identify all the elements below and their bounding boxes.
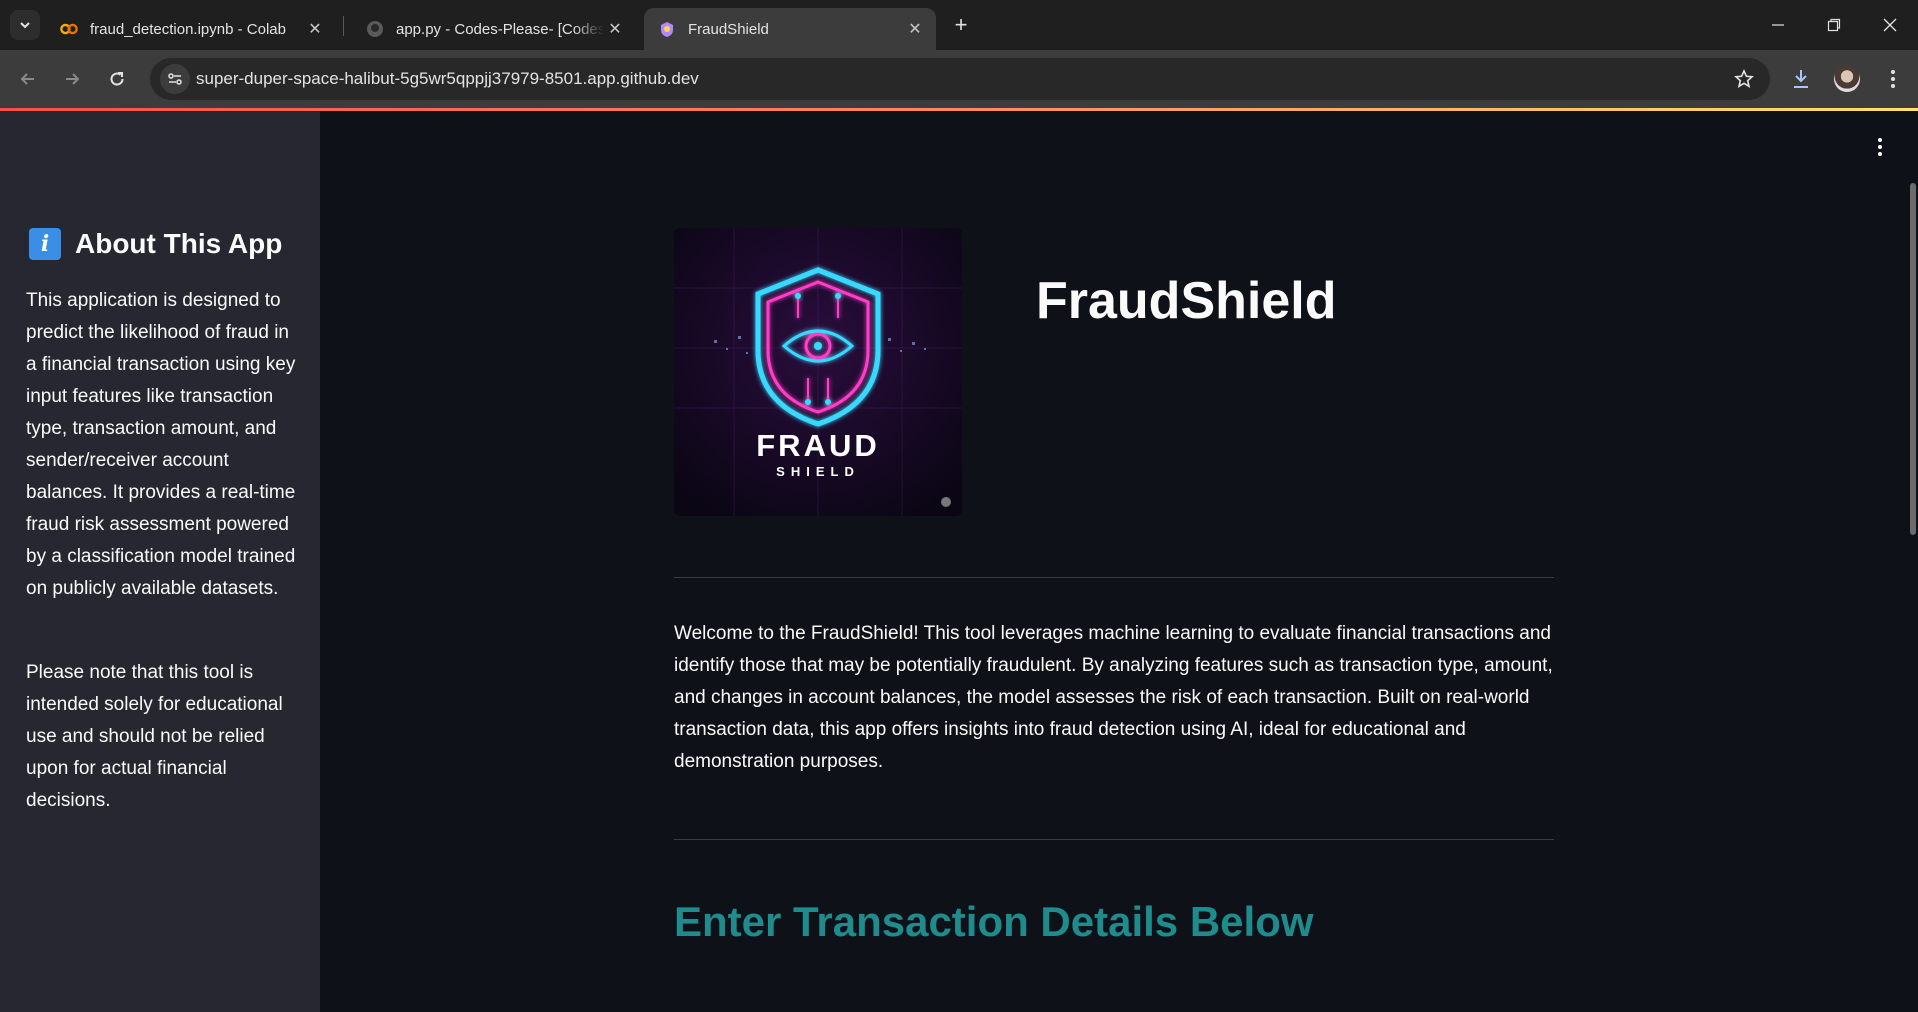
more-vertical-icon: [1891, 70, 1895, 88]
minimize-button[interactable]: [1750, 0, 1806, 50]
reload-icon: [110, 72, 124, 86]
browser-tabstrip: fraud_detection.ipynb - Colab ✕ app.py -…: [0, 0, 1918, 50]
divider: [674, 839, 1554, 840]
arrow-left-icon: [20, 73, 34, 85]
new-tab-button[interactable]: +: [948, 12, 974, 38]
fraudshield-logo: FRAUD SHIELD: [674, 228, 962, 516]
info-icon: i: [29, 228, 61, 260]
sidebar-description: This application is designed to predict …: [26, 290, 296, 599]
app-menu-icon[interactable]: [1870, 135, 1890, 159]
tab-fraudshield[interactable]: FraudShield ✕: [644, 8, 936, 50]
close-window-button[interactable]: [1862, 0, 1918, 50]
profile-avatar[interactable]: [1834, 66, 1860, 92]
tab-colab[interactable]: fraud_detection.ipynb - Colab ✕: [46, 8, 336, 50]
forward-button[interactable]: [57, 64, 87, 94]
sidebar-heading-text: About This App: [75, 228, 283, 259]
chevron-down-icon: [20, 22, 30, 29]
main-content: FRAUD SHIELD FraudShield Welcome to the …: [320, 111, 1918, 1012]
bookmark-star-icon[interactable]: [1732, 67, 1756, 91]
url-text: super-duper-space-halibut-5g5wr5qppjj379…: [196, 69, 699, 88]
close-icon[interactable]: ✕: [304, 18, 326, 40]
sidebar-disclaimer: Please note that this tool is intended s…: [26, 662, 283, 811]
scrollbar[interactable]: [1910, 183, 1916, 535]
tab-title: app.py - Codes-Please- [Codespaces]: [396, 20, 604, 38]
tab-codespaces[interactable]: app.py - Codes-Please- [Codespaces] ✕: [352, 8, 636, 50]
tab-separator: [343, 16, 344, 36]
reload-button[interactable]: [102, 64, 132, 94]
address-bar[interactable]: super-duper-space-halibut-5g5wr5qppjj379…: [150, 58, 1770, 100]
download-icon: [1794, 70, 1808, 88]
colab-icon: [60, 20, 78, 38]
restore-icon: [1827, 18, 1841, 32]
sidebar-heading: i About This App: [29, 228, 282, 260]
restore-button[interactable]: [1806, 0, 1862, 50]
downloads-button[interactable]: [1786, 64, 1816, 94]
minimize-icon: [1772, 24, 1784, 26]
sidebar: i About This App This application is des…: [0, 111, 320, 1012]
close-icon[interactable]: ✕: [904, 18, 926, 40]
back-button[interactable]: [13, 64, 43, 94]
browser-toolbar: super-duper-space-halibut-5g5wr5qppjj379…: [0, 50, 1918, 108]
tab-title: FraudShield: [688, 20, 769, 38]
browser-menu-button[interactable]: [1878, 64, 1908, 94]
close-icon[interactable]: ✕: [604, 18, 626, 40]
intro-text: Welcome to the FraudShield! This tool le…: [674, 623, 1553, 772]
site-info-icon[interactable]: [160, 64, 190, 94]
divider: [674, 577, 1554, 578]
tab-title: fraud_detection.ipynb - Colab: [90, 20, 286, 38]
github-icon: [366, 20, 384, 38]
logo-subtitle: SHIELD: [776, 464, 860, 479]
page-title: FraudShield: [1036, 272, 1337, 330]
logo-wordmark: FRAUD: [756, 428, 880, 463]
arrow-right-icon: [66, 73, 80, 85]
transaction-details-heading: Enter Transaction Details Below: [674, 898, 1314, 945]
close-icon: [1883, 18, 1897, 32]
tab-search-button[interactable]: [10, 10, 40, 40]
streamlit-icon: [658, 20, 676, 38]
